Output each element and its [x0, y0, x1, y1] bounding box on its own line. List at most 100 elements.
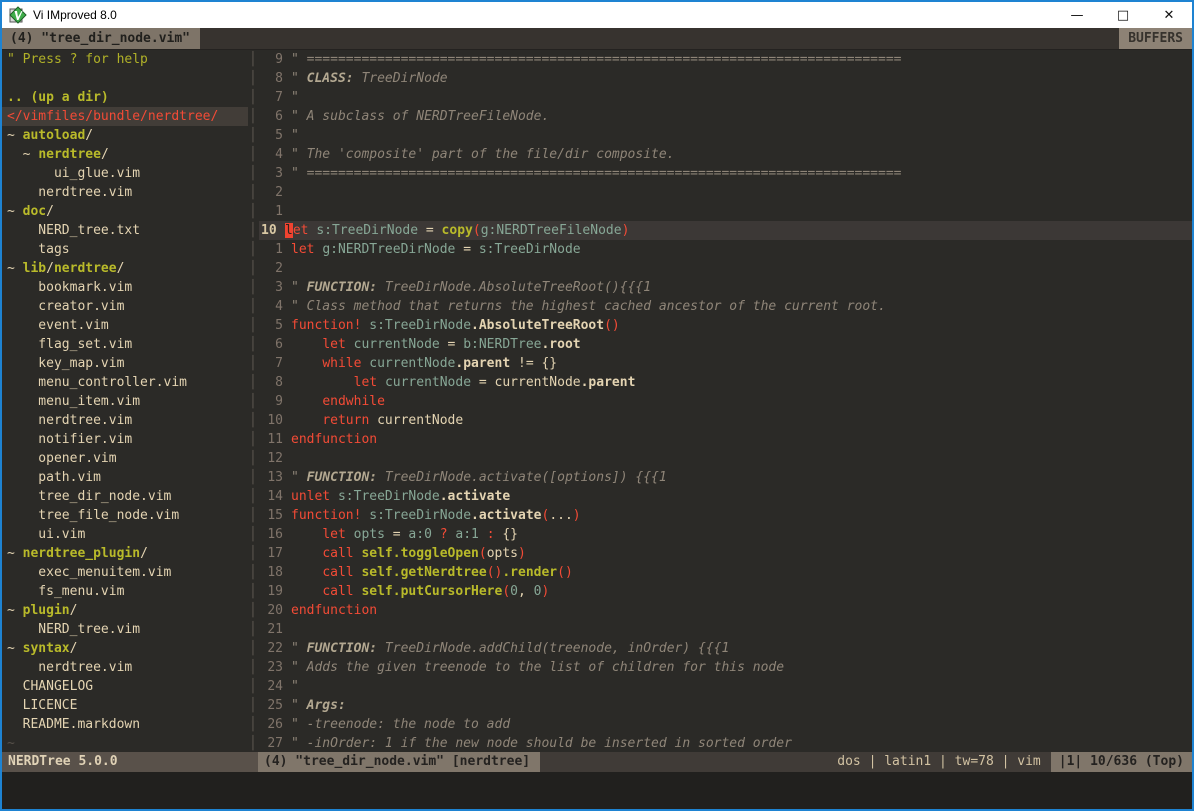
tree-item[interactable]: menu_item.vim: [2, 392, 248, 411]
tree-item[interactable]: ~ nerdtree_plugin/: [2, 544, 248, 563]
tree-item[interactable]: tree_file_node.vim: [2, 506, 248, 525]
line-number: 15: [259, 506, 291, 525]
code-line[interactable]: 21: [259, 620, 1192, 639]
code-line[interactable]: 5": [259, 126, 1192, 145]
code-line[interactable]: 7 while currentNode.parent != {}: [259, 354, 1192, 373]
code-line[interactable]: 1: [259, 202, 1192, 221]
line-number: 1: [259, 202, 291, 221]
line-number: 26: [259, 715, 291, 734]
tree-item[interactable]: .. (up a dir): [2, 88, 248, 107]
tree-item[interactable]: bookmark.vim: [2, 278, 248, 297]
line-number: 21: [259, 620, 291, 639]
tree-item[interactable]: event.vim: [2, 316, 248, 335]
line-number: 4: [259, 297, 291, 316]
tree-item[interactable]: ~ syntax/: [2, 639, 248, 658]
code-line[interactable]: 27" -inOrder: 1 if the new node should b…: [259, 734, 1192, 752]
tab-bar: (4) "tree_dir_node.vim" BUFFERS: [2, 28, 1192, 50]
title-bar[interactable]: Vi IMproved 8.0 — □ ✕: [2, 2, 1192, 28]
code-line[interactable]: 3" =====================================…: [259, 164, 1192, 183]
code-line[interactable]: 6" A subclass of NERDTreeFileNode.: [259, 107, 1192, 126]
maximize-button[interactable]: □: [1100, 2, 1146, 28]
tree-item[interactable]: " Press ? for help: [2, 50, 248, 69]
code-line[interactable]: 15function! s:TreeDirNode.activate(...): [259, 506, 1192, 525]
code-line[interactable]: 6 let currentNode = b:NERDTree.root: [259, 335, 1192, 354]
code-line[interactable]: 9" =====================================…: [259, 50, 1192, 69]
tree-item[interactable]: ui.vim: [2, 525, 248, 544]
code-line[interactable]: 10let s:TreeDirNode = copy(g:NERDTreeFil…: [259, 221, 1192, 240]
tree-item[interactable]: menu_controller.vim: [2, 373, 248, 392]
code-line[interactable]: 16 let opts = a:0 ? a:1 : {}: [259, 525, 1192, 544]
line-number: 9: [259, 392, 291, 411]
code-line[interactable]: 22" FUNCTION: TreeDirNode.addChild(treen…: [259, 639, 1192, 658]
code-line[interactable]: 26" -treenode: the node to add: [259, 715, 1192, 734]
tree-item[interactable]: CHANGELOG: [2, 677, 248, 696]
tree-item[interactable]: fs_menu.vim: [2, 582, 248, 601]
code-line[interactable]: 17 call self.toggleOpen(opts): [259, 544, 1192, 563]
code-line[interactable]: 11endfunction: [259, 430, 1192, 449]
line-number: 1: [259, 240, 291, 259]
code-line[interactable]: 13" FUNCTION: TreeDirNode.activate([opti…: [259, 468, 1192, 487]
code-line[interactable]: 4" The 'composite' part of the file/dir …: [259, 145, 1192, 164]
tree-item[interactable]: nerdtree.vim: [2, 658, 248, 677]
tree-item[interactable]: opener.vim: [2, 449, 248, 468]
nerdtree-panel: " Press ? for help .. (up a dir)</vimfile…: [2, 50, 248, 752]
tree-item[interactable]: ~ lib/nerdtree/: [2, 259, 248, 278]
tree-item[interactable]: tags: [2, 240, 248, 259]
code-line[interactable]: 12: [259, 449, 1192, 468]
command-line[interactable]: [2, 772, 1192, 809]
tree-item[interactable]: ~ doc/: [2, 202, 248, 221]
line-number: 24: [259, 677, 291, 696]
code-line[interactable]: 24": [259, 677, 1192, 696]
code-line[interactable]: 8 let currentNode = currentNode.parent: [259, 373, 1192, 392]
tree-item[interactable]: path.vim: [2, 468, 248, 487]
tree-item[interactable]: exec_menuitem.vim: [2, 563, 248, 582]
line-number: 23: [259, 658, 291, 677]
code-line[interactable]: 5function! s:TreeDirNode.AbsoluteTreeRoo…: [259, 316, 1192, 335]
tree-item[interactable]: key_map.vim: [2, 354, 248, 373]
tree-item[interactable]: [2, 69, 248, 88]
tree-item[interactable]: ui_glue.vim: [2, 164, 248, 183]
code-line[interactable]: 14unlet s:TreeDirNode.activate: [259, 487, 1192, 506]
line-number: 19: [259, 582, 291, 601]
tree-item[interactable]: notifier.vim: [2, 430, 248, 449]
tree-item[interactable]: nerdtree.vim: [2, 411, 248, 430]
tree-item[interactable]: LICENCE: [2, 696, 248, 715]
line-number: 18: [259, 563, 291, 582]
line-number: 7: [259, 354, 291, 373]
code-line[interactable]: 7": [259, 88, 1192, 107]
window-separator[interactable]: │││││││││││││││││││││││││││││││││││││: [248, 50, 259, 752]
code-line[interactable]: 3" FUNCTION: TreeDirNode.AbsoluteTreeRoo…: [259, 278, 1192, 297]
tree-item[interactable]: creator.vim: [2, 297, 248, 316]
code-line[interactable]: 4" Class method that returns the highest…: [259, 297, 1192, 316]
code-line[interactable]: 1let g:NERDTreeDirNode = s:TreeDirNode: [259, 240, 1192, 259]
code-line[interactable]: 2: [259, 259, 1192, 278]
tree-item[interactable]: tree_dir_node.vim: [2, 487, 248, 506]
code-line[interactable]: 25" Args:: [259, 696, 1192, 715]
tree-item[interactable]: ~: [2, 734, 248, 752]
code-line[interactable]: 10 return currentNode: [259, 411, 1192, 430]
tree-item[interactable]: NERD_tree.txt: [2, 221, 248, 240]
tree-item[interactable]: ~ autoload/: [2, 126, 248, 145]
code-line[interactable]: 2: [259, 183, 1192, 202]
code-line[interactable]: 18 call self.getNerdtree().render(): [259, 563, 1192, 582]
minimize-button[interactable]: —: [1054, 2, 1100, 28]
code-line[interactable]: 19 call self.putCursorHere(0, 0): [259, 582, 1192, 601]
tree-item[interactable]: </vimfiles/bundle/nerdtree/: [2, 107, 248, 126]
close-button[interactable]: ✕: [1146, 2, 1192, 28]
line-number: 17: [259, 544, 291, 563]
code-line[interactable]: 20endfunction: [259, 601, 1192, 620]
code-line[interactable]: 9 endwhile: [259, 392, 1192, 411]
line-number: 10: [259, 221, 285, 240]
tab-tree-dir-node[interactable]: (4) "tree_dir_node.vim": [2, 28, 200, 49]
tree-item[interactable]: nerdtree.vim: [2, 183, 248, 202]
code-line[interactable]: 23" Adds the given treenode to the list …: [259, 658, 1192, 677]
code-line[interactable]: 8" CLASS: TreeDirNode: [259, 69, 1192, 88]
line-number: 11: [259, 430, 291, 449]
line-number: 7: [259, 88, 291, 107]
tree-item[interactable]: NERD_tree.vim: [2, 620, 248, 639]
tree-item[interactable]: ~ plugin/: [2, 601, 248, 620]
tree-item[interactable]: README.markdown: [2, 715, 248, 734]
tree-item[interactable]: flag_set.vim: [2, 335, 248, 354]
line-number: 6: [259, 107, 291, 126]
tree-item[interactable]: ~ nerdtree/: [2, 145, 248, 164]
